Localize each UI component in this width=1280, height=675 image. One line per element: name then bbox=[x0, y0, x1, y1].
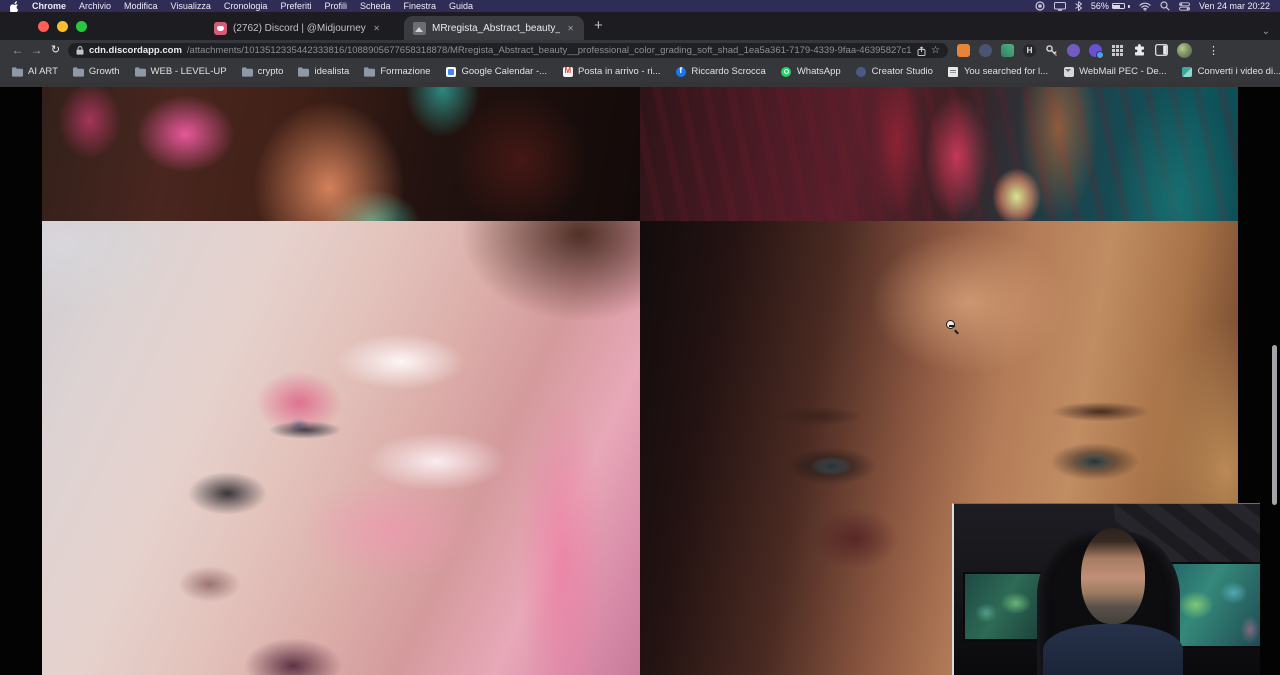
menu-preferiti[interactable]: Preferiti bbox=[280, 0, 311, 12]
quadrant-abstract-figure bbox=[42, 87, 640, 221]
folder-icon bbox=[135, 66, 146, 77]
display-icon[interactable] bbox=[1054, 2, 1066, 11]
bookmark-webmail-pec[interactable]: WebMail PEC - De... bbox=[1063, 66, 1166, 77]
tab-title: MRregista_Abstract_beauty_.. bbox=[432, 23, 560, 34]
quadrant-portrait-profile bbox=[42, 221, 640, 675]
creator-studio-icon bbox=[856, 66, 867, 77]
extension-orange-icon[interactable] bbox=[957, 44, 970, 57]
tab-search-chevron-icon[interactable]: ⌄ bbox=[1262, 26, 1270, 37]
tab-image-active[interactable]: MRregista_Abstract_beauty_.. ✕ bbox=[404, 16, 584, 40]
bookmark-creator-studio[interactable]: Creator Studio bbox=[856, 66, 933, 77]
extension-blue-icon[interactable] bbox=[979, 44, 992, 57]
tab-title: (2762) Discord | @Midjourney bbox=[233, 23, 366, 34]
chrome-tabbar: (2762) Discord | @Midjourney ✕ MRregista… bbox=[0, 12, 1280, 40]
share-icon[interactable] bbox=[917, 46, 926, 56]
bookmark-folder-ai-art[interactable]: AI ART bbox=[12, 66, 58, 77]
lock-icon[interactable] bbox=[76, 46, 84, 55]
tab-discord[interactable]: (2762) Discord | @Midjourney ✕ bbox=[205, 16, 390, 40]
bookmark-folder-crypto[interactable]: crypto bbox=[242, 66, 284, 77]
bookmark-whatsapp[interactable]: WhatsApp bbox=[781, 66, 841, 77]
bookmark-star-icon[interactable]: ☆ bbox=[931, 45, 940, 56]
bookmark-gmail-inbox[interactable]: Posta in arrivo - ri... bbox=[562, 66, 660, 77]
battery-percent: 56% bbox=[1091, 1, 1109, 11]
google-calendar-icon bbox=[445, 66, 456, 77]
folder-icon bbox=[364, 66, 375, 77]
bookmark-folder-growth[interactable]: Growth bbox=[73, 66, 120, 77]
macos-menubar: Chrome Archivio Modifica Visualizza Cron… bbox=[0, 0, 1280, 12]
close-window-button[interactable] bbox=[38, 21, 49, 32]
battery-indicator[interactable]: 56% bbox=[1091, 1, 1130, 11]
close-tab-icon[interactable]: ✕ bbox=[372, 24, 381, 33]
control-center-icon[interactable] bbox=[1179, 2, 1190, 11]
reload-button[interactable]: ↻ bbox=[46, 40, 65, 61]
window-controls bbox=[0, 21, 87, 32]
menu-finestra[interactable]: Finestra bbox=[404, 0, 437, 12]
extension-grid-icon[interactable] bbox=[1111, 44, 1124, 57]
back-button[interactable]: ← bbox=[8, 40, 27, 61]
fullscreen-window-button[interactable] bbox=[76, 21, 87, 32]
extension-h-icon[interactable]: H bbox=[1023, 44, 1036, 57]
bluetooth-icon[interactable] bbox=[1075, 1, 1082, 11]
chrome-menu-kebab-icon[interactable]: ⋮ bbox=[1201, 44, 1228, 57]
quadrant-abstract-streaks bbox=[640, 87, 1238, 221]
discord-favicon bbox=[214, 22, 227, 35]
webmail-icon bbox=[1063, 66, 1074, 77]
video-converter-icon bbox=[1182, 66, 1193, 77]
forward-button[interactable]: → bbox=[27, 40, 46, 61]
bookmark-folder-formazione[interactable]: Formazione bbox=[364, 66, 430, 77]
extension-purple-icon[interactable] bbox=[1067, 44, 1080, 57]
presenter-shirt bbox=[1043, 624, 1184, 675]
image-favicon bbox=[413, 22, 426, 35]
bookmark-folder-web-level-up[interactable]: WEB - LEVEL-UP bbox=[135, 66, 227, 77]
menu-visualizza[interactable]: Visualizza bbox=[171, 0, 211, 12]
page-content bbox=[0, 82, 1280, 675]
password-key-icon[interactable] bbox=[1045, 44, 1058, 57]
url-domain: cdn.discordapp.com bbox=[89, 45, 182, 56]
folder-icon bbox=[73, 66, 84, 77]
page-icon bbox=[948, 66, 959, 77]
gmail-icon bbox=[562, 66, 573, 77]
bookmarks-bar: AI ART Growth WEB - LEVEL-UP crypto idea… bbox=[0, 61, 1280, 82]
bookmark-folder-idealista[interactable]: idealista bbox=[298, 66, 349, 77]
menu-guida[interactable]: Guida bbox=[449, 0, 473, 12]
menu-scheda[interactable]: Scheda bbox=[360, 0, 391, 12]
bookmark-you-searched[interactable]: You searched for l... bbox=[948, 66, 1048, 77]
battery-icon bbox=[1112, 3, 1125, 9]
chrome-toolbar: ← → ↻ cdn.discordapp.com /attachments/10… bbox=[0, 40, 1280, 61]
menu-archivio[interactable]: Archivio bbox=[79, 0, 111, 12]
page-scrollbar-thumb[interactable] bbox=[1272, 345, 1277, 505]
menu-modifica[interactable]: Modifica bbox=[124, 0, 158, 12]
presenter-head bbox=[1081, 528, 1145, 624]
new-tab-button[interactable]: + bbox=[584, 12, 613, 40]
menu-profili[interactable]: Profili bbox=[324, 0, 347, 12]
close-tab-icon[interactable]: ✕ bbox=[566, 24, 575, 33]
folder-icon bbox=[242, 66, 253, 77]
bookmark-video-converter[interactable]: Converti i video di... bbox=[1182, 66, 1280, 77]
folder-icon bbox=[298, 66, 309, 77]
url-path: /attachments/1013512335442333816/1088905… bbox=[187, 45, 912, 56]
extensions-row: H ⋮ bbox=[957, 43, 1228, 58]
menu-cronologia[interactable]: Cronologia bbox=[224, 0, 268, 12]
apple-menu-icon[interactable] bbox=[10, 1, 19, 12]
menubar-clock[interactable]: Ven 24 mar 20:22 bbox=[1199, 1, 1270, 11]
presenter-webcam-overlay bbox=[952, 503, 1260, 675]
bookmark-google-calendar[interactable]: Google Calendar -... bbox=[445, 66, 547, 77]
extension-purple-badge-icon[interactable] bbox=[1089, 44, 1102, 57]
whatsapp-icon bbox=[781, 66, 792, 77]
folder-icon bbox=[12, 66, 23, 77]
address-bar[interactable]: cdn.discordapp.com /attachments/10135123… bbox=[68, 43, 948, 58]
spotlight-search-icon[interactable] bbox=[1160, 1, 1170, 11]
profile-avatar[interactable] bbox=[1177, 43, 1192, 58]
bookmark-facebook-profile[interactable]: Riccardo Scrocca bbox=[675, 66, 765, 77]
side-panel-icon[interactable] bbox=[1155, 44, 1168, 57]
facebook-icon bbox=[675, 66, 686, 77]
record-icon[interactable] bbox=[1035, 1, 1045, 11]
wifi-icon[interactable] bbox=[1139, 2, 1151, 11]
minimize-window-button[interactable] bbox=[57, 21, 68, 32]
menu-chrome[interactable]: Chrome bbox=[32, 0, 66, 12]
extension-green-icon[interactable] bbox=[1001, 44, 1014, 57]
extensions-puzzle-icon[interactable] bbox=[1133, 44, 1146, 57]
